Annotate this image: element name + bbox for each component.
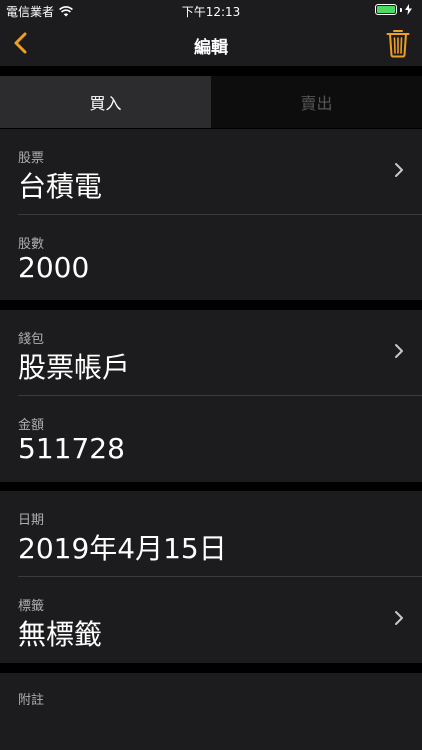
- wallet-label: 錢包: [18, 332, 45, 347]
- date-row[interactable]: 日期 2019年4月15日: [0, 491, 422, 577]
- wallet-row[interactable]: 錢包 股票帳戶: [0, 310, 422, 396]
- tag-row[interactable]: 標籤 無標籤: [0, 577, 422, 663]
- chevron-right-icon: [395, 163, 403, 177]
- chevron-right-icon: [395, 344, 403, 358]
- status-time: 下午12:13: [181, 5, 241, 19]
- shares-row[interactable]: 股數 2000: [0, 215, 422, 300]
- stock-group: 股票 台積電 股數 2000: [0, 129, 422, 300]
- tab-sell[interactable]: 賣出: [211, 76, 422, 128]
- note-row[interactable]: 附註: [0, 673, 422, 750]
- amount-label: 金額: [18, 418, 45, 433]
- buy-sell-segmented-control: 買入 賣出: [0, 76, 422, 128]
- stock-label: 股票: [18, 151, 45, 166]
- shares-label: 股數: [18, 237, 45, 252]
- battery-indicator: [375, 4, 412, 15]
- shares-value: 2000: [18, 251, 90, 284]
- delete-button[interactable]: [386, 28, 410, 58]
- navigation-bar: 編輯: [0, 20, 422, 66]
- amount-row[interactable]: 金額 511728: [0, 396, 422, 482]
- date-label: 日期: [18, 513, 45, 528]
- note-label: 附註: [18, 693, 45, 708]
- tag-value: 無標籤: [18, 618, 103, 651]
- chevron-right-icon: [395, 611, 403, 625]
- tag-label: 標籤: [18, 599, 45, 614]
- amount-value: 511728: [18, 432, 125, 465]
- charging-bolt-icon: [405, 4, 412, 15]
- page-title: 編輯: [194, 38, 228, 58]
- date-value: 2019年4月15日: [18, 532, 227, 565]
- trash-icon: [386, 30, 410, 58]
- stock-value: 台積電: [18, 170, 103, 203]
- tab-buy[interactable]: 買入: [0, 76, 211, 128]
- wallet-group: 錢包 股票帳戶 金額 511728: [0, 310, 422, 482]
- battery-icon: [375, 4, 397, 15]
- status-bar: 電信業者 下午12:13: [0, 0, 422, 20]
- date-tag-group: 日期 2019年4月15日 標籤 無標籤: [0, 491, 422, 663]
- wallet-value: 股票帳戶: [18, 351, 131, 384]
- stock-row[interactable]: 股票 台積電: [0, 129, 422, 215]
